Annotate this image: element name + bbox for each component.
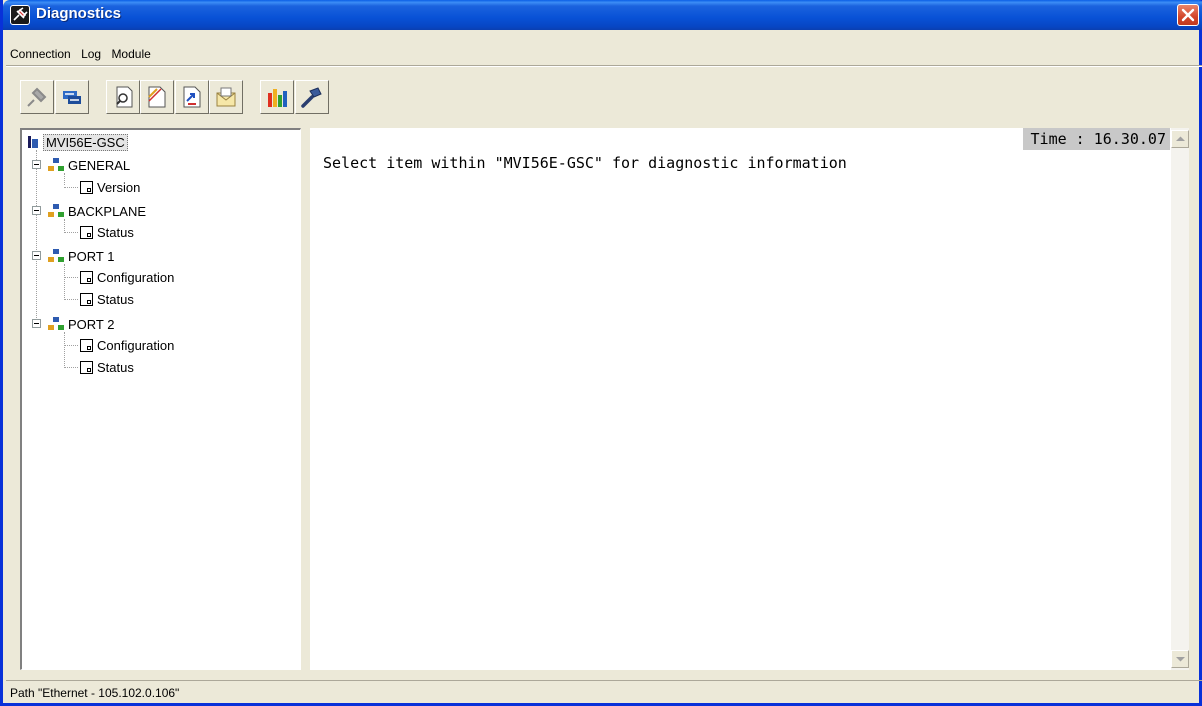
- tree-item-status[interactable]: Status: [80, 222, 134, 242]
- menu-separator: [6, 65, 1202, 67]
- menu-module[interactable]: Module: [107, 44, 153, 61]
- tree-line: [64, 299, 78, 300]
- tree-group-port-2[interactable]: PORT 2: [48, 314, 114, 334]
- tree-line: [64, 332, 65, 366]
- vertical-scrollbar[interactable]: [1171, 128, 1189, 670]
- tree-item-label: Status: [97, 224, 134, 240]
- network-icon: [48, 317, 64, 331]
- tree-item-label: Status: [97, 359, 134, 375]
- network-icon: [48, 249, 64, 263]
- document-icon: [80, 338, 93, 352]
- module-icon: [27, 135, 39, 149]
- tree-group-label: PORT 1: [68, 248, 115, 264]
- tree-group-general[interactable]: GENERAL: [48, 155, 130, 175]
- tree-group-port-1[interactable]: PORT 1: [48, 246, 114, 266]
- tree-item-label: Status: [97, 291, 134, 307]
- network-icon: [48, 204, 64, 218]
- email-log-icon[interactable]: [209, 80, 243, 114]
- tree-line: [64, 219, 65, 231]
- tree-root-label: MVI56E-GSC: [43, 133, 128, 151]
- diagnostics-window: Diagnostics Connection Log Module MVI56E…: [0, 0, 1202, 706]
- tree-line: [64, 232, 78, 233]
- tree-item-version[interactable]: Version: [80, 177, 140, 197]
- chart-icon[interactable]: [260, 80, 294, 114]
- scroll-up-icon[interactable]: [1171, 130, 1189, 148]
- module-tree[interactable]: MVI56E-GSC GENERAL Version BACKPLANE Sta…: [20, 128, 301, 670]
- tree-root[interactable]: MVI56E-GSC: [27, 132, 128, 152]
- toolbar: [20, 80, 520, 114]
- tree-item-label: Version: [97, 179, 141, 195]
- diagnostic-message: Select item within "MVI56E-GSC" for diag…: [323, 154, 847, 172]
- plug-icon[interactable]: [10, 5, 30, 25]
- collapse-icon[interactable]: [32, 251, 41, 260]
- send-log-icon[interactable]: [175, 80, 209, 114]
- tree-item-status[interactable]: Status: [80, 357, 134, 377]
- tree-line: [64, 345, 78, 346]
- tree-item-label: Configuration: [97, 337, 175, 353]
- diagnostic-output[interactable]: Select item within "MVI56E-GSC" for diag…: [310, 128, 1189, 670]
- tree-group-label: BACKPLANE: [68, 203, 147, 219]
- menu-bar: Connection Log Module: [6, 44, 1202, 64]
- document-icon: [80, 360, 93, 374]
- menu-connection[interactable]: Connection: [6, 44, 74, 61]
- collapse-icon[interactable]: [32, 160, 41, 169]
- tree-item-label: Configuration: [97, 269, 175, 285]
- tree-item-configuration[interactable]: Configuration: [80, 335, 174, 355]
- tree-line: [36, 150, 37, 322]
- tree-line: [64, 187, 78, 188]
- disconnect-icon[interactable]: [20, 80, 54, 114]
- tree-line: [64, 367, 78, 368]
- collapse-icon[interactable]: [32, 319, 41, 328]
- tool-icon[interactable]: [295, 80, 329, 114]
- document-icon: [80, 292, 93, 306]
- find-icon[interactable]: [106, 80, 140, 114]
- tree-item-status[interactable]: Status: [80, 289, 134, 309]
- document-icon: [80, 225, 93, 239]
- connect-icon[interactable]: [55, 80, 89, 114]
- tree-group-backplane[interactable]: BACKPLANE: [48, 201, 146, 221]
- tree-group-label: GENERAL: [68, 157, 131, 173]
- window-title: Diagnostics: [36, 5, 122, 22]
- tree-item-configuration[interactable]: Configuration: [80, 267, 174, 287]
- new-log-icon[interactable]: [140, 80, 174, 114]
- scroll-down-icon[interactable]: [1171, 650, 1189, 668]
- connection-path: Path "Ethernet - 105.102.0.106": [10, 686, 180, 700]
- close-icon[interactable]: [1177, 4, 1199, 26]
- document-icon: [80, 180, 93, 194]
- network-icon: [48, 158, 64, 172]
- tree-line: [64, 173, 65, 185]
- tree-line: [64, 277, 78, 278]
- time-display: Time : 16.30.07: [1022, 128, 1170, 150]
- document-icon: [80, 270, 93, 284]
- status-bar: Path "Ethernet - 105.102.0.106": [6, 680, 1202, 703]
- title-bar[interactable]: Diagnostics: [3, 0, 1202, 30]
- tree-group-label: PORT 2: [68, 316, 115, 332]
- menu-log[interactable]: Log: [77, 44, 104, 61]
- tree-line: [64, 264, 65, 298]
- collapse-icon[interactable]: [32, 206, 41, 215]
